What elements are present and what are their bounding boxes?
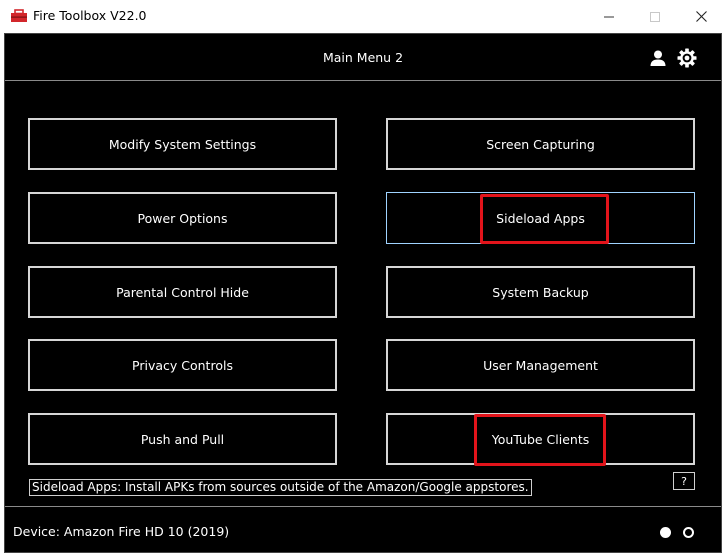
button-label: YouTube Clients — [491, 431, 590, 447]
app-window: Fire Toolbox V22.0 Main Menu 2 Modify Sy… — [0, 0, 726, 557]
main-panel: Main Menu 2 Modify System Settings Power… — [4, 33, 722, 553]
parental-control-hide-button[interactable]: Parental Control Hide — [28, 266, 337, 318]
system-backup-button[interactable]: System Backup — [386, 266, 695, 318]
push-and-pull-button[interactable]: Push and Pull — [28, 413, 337, 465]
user-management-button[interactable]: User Management — [386, 339, 695, 391]
modify-system-settings-button[interactable]: Modify System Settings — [28, 118, 337, 170]
close-icon — [695, 11, 707, 22]
maximize-button[interactable] — [632, 0, 678, 33]
button-label: User Management — [483, 357, 598, 373]
device-label: Device: Amazon Fire HD 10 (2019) — [13, 524, 230, 539]
button-label: Power Options — [137, 210, 228, 226]
page-indicator-1[interactable] — [660, 527, 671, 538]
menu-header: Main Menu 2 — [5, 34, 721, 81]
menu-title: Main Menu 2 — [322, 50, 404, 65]
window-title: Fire Toolbox V22.0 — [33, 8, 147, 23]
status-description: Sideload Apps: Install APKs from sources… — [29, 479, 532, 496]
button-label: Parental Control Hide — [116, 284, 249, 300]
page-indicator-2[interactable] — [683, 527, 694, 538]
gear-icon[interactable] — [677, 48, 697, 68]
close-button[interactable] — [678, 0, 724, 33]
button-label: Sideload Apps — [496, 210, 585, 226]
status-footer: Device: Amazon Fire HD 10 (2019) — [5, 506, 721, 553]
power-options-button[interactable]: Power Options — [28, 192, 337, 244]
toolbox-icon — [11, 9, 27, 22]
button-label: Privacy Controls — [132, 357, 233, 373]
button-label: Push and Pull — [140, 431, 225, 447]
minimize-button[interactable] — [586, 0, 632, 33]
minimize-icon — [604, 16, 614, 17]
button-label: Modify System Settings — [108, 136, 257, 152]
button-label: System Backup — [492, 284, 589, 300]
privacy-controls-button[interactable]: Privacy Controls — [28, 339, 337, 391]
youtube-clients-button[interactable]: YouTube Clients — [386, 413, 695, 465]
user-icon[interactable] — [649, 49, 667, 67]
help-button[interactable]: ? — [673, 472, 695, 490]
maximize-icon — [650, 11, 660, 22]
button-label: Screen Capturing — [486, 136, 595, 152]
screen-capturing-button[interactable]: Screen Capturing — [386, 118, 695, 170]
sideload-apps-button[interactable]: Sideload Apps — [386, 192, 695, 244]
title-bar: Fire Toolbox V22.0 — [0, 0, 726, 33]
